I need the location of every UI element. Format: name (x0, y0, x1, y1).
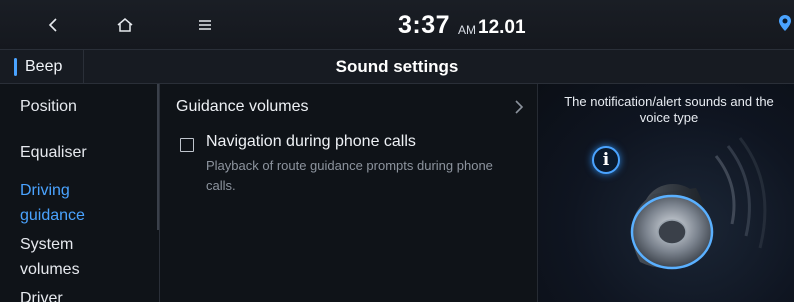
guidance-volumes-label: Guidance volumes (176, 98, 309, 115)
location-status-icon (779, 15, 791, 31)
sidebar-item-driving-guidance[interactable]: Driving guidance (20, 178, 85, 228)
date: 12.01 (478, 17, 526, 38)
sidebar: Position Equaliser Driving guidance Syst… (0, 84, 160, 302)
chevron-left-icon (48, 18, 57, 32)
info-description: The notification/alert sounds and the vo… (564, 94, 774, 125)
clock-time: 3:37 (398, 11, 451, 39)
page-title: Sound settings (335, 57, 459, 76)
menu-button[interactable] (190, 0, 220, 50)
menu-icon (199, 20, 211, 30)
sidebar-scrollbar[interactable] (157, 84, 159, 230)
navigation-phone-calls-description: Playback of route guidance prompts durin… (206, 158, 493, 193)
home-button[interactable] (110, 0, 140, 50)
info-panel: The notification/alert sounds and the vo… (538, 84, 794, 302)
sidebar-item-driver[interactable]: Driver (20, 286, 63, 302)
status-bar: 3:37 AM 12.01 (0, 0, 794, 50)
sidebar-item-position[interactable]: Position (20, 94, 77, 119)
sidebar-item-equaliser[interactable]: Equaliser (20, 140, 87, 165)
guidance-volumes-row[interactable]: Guidance volumes (176, 94, 524, 120)
info-icon: i (592, 146, 620, 174)
settings-panel: Guidance volumes Navigation during phone… (160, 84, 538, 302)
clock-ampm: AM (458, 23, 476, 37)
header-bar: Beep Sound settings (0, 50, 794, 84)
home-icon (117, 18, 133, 32)
navigation-phone-calls-label[interactable]: Navigation during phone calls (206, 133, 416, 151)
chevron-right-icon (515, 100, 524, 114)
navigation-phone-calls-checkbox[interactable] (180, 138, 194, 152)
back-button[interactable] (38, 0, 68, 50)
speaker-icon (630, 137, 767, 270)
sidebar-item-system-volumes[interactable]: System volumes (20, 232, 80, 282)
